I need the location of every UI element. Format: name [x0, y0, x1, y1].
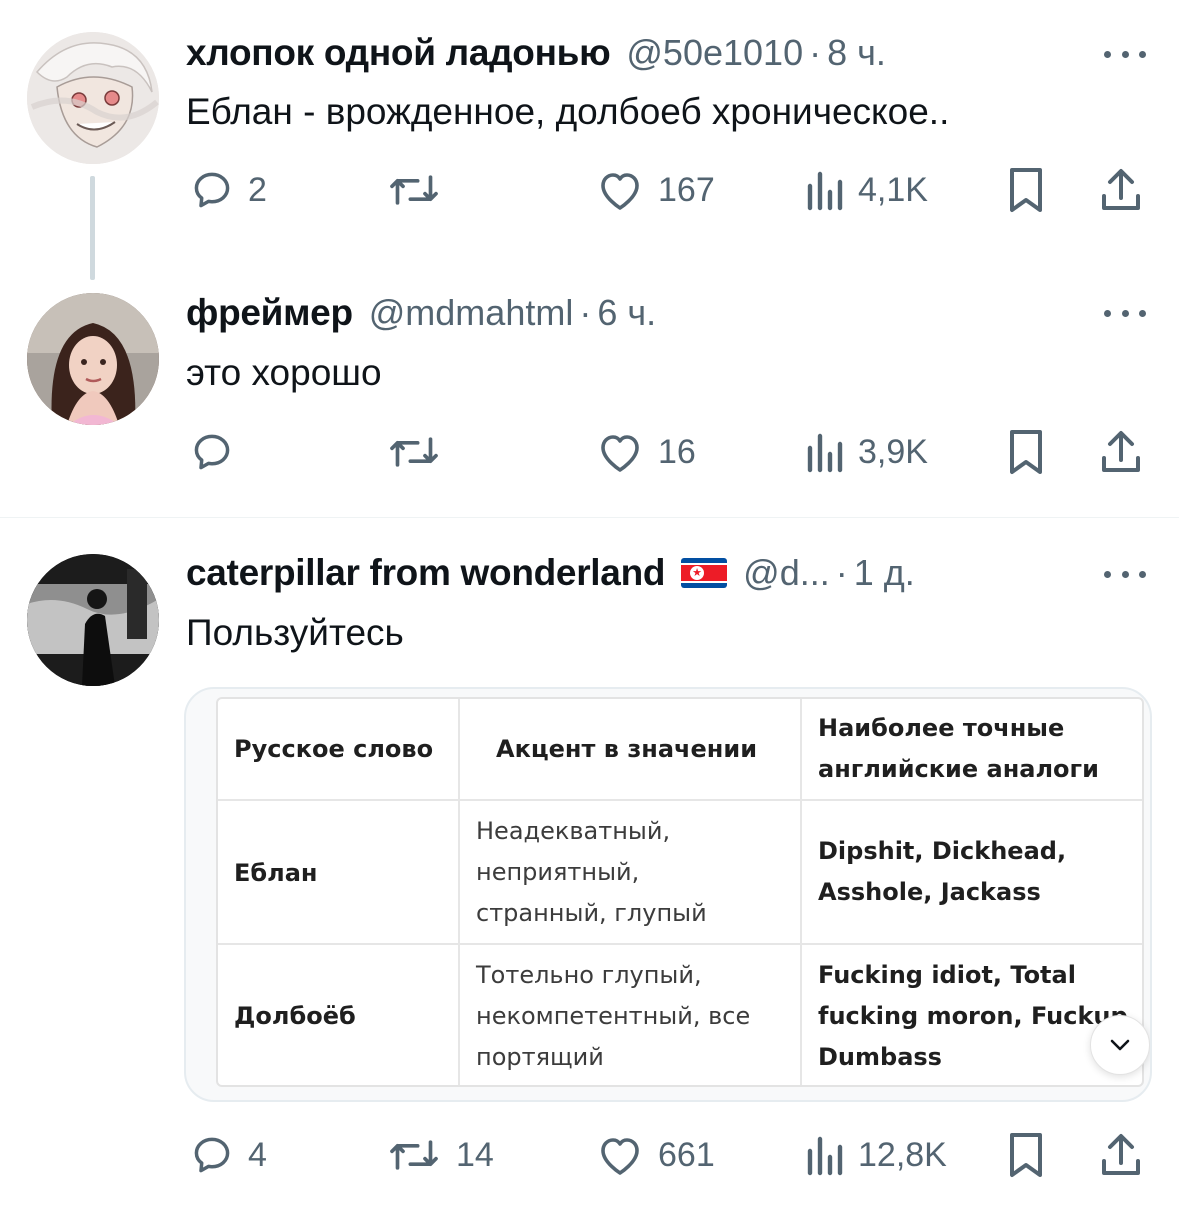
cell-line: Неадекватный, — [476, 817, 671, 845]
tweet-text: это хорошо — [186, 352, 382, 393]
views-count: 3,9K — [858, 432, 928, 471]
cell-line: Тотельно глупый, — [476, 961, 702, 989]
expand-button[interactable] — [1090, 1015, 1150, 1075]
share-button[interactable] — [1098, 422, 1144, 482]
views-count: 12,8K — [858, 1135, 947, 1174]
table-image: Русское слово Акцент в значении Наиболее… — [216, 697, 1144, 1087]
display-name[interactable]: caterpillar from wonderland — [186, 552, 665, 594]
chevron-down-icon — [1110, 1039, 1130, 1051]
tweet-text: Пользуйтесь — [186, 612, 404, 653]
cell-line: Dipshit, Dickhead, — [818, 837, 1067, 865]
bookmark-icon — [1010, 1133, 1042, 1177]
north-korea-flag-icon: ★ — [681, 558, 728, 588]
column-divider — [458, 699, 460, 1085]
reply-button[interactable]: 4 — [190, 1125, 267, 1185]
retweet-icon — [390, 1140, 438, 1170]
cell-line: неприятный, — [476, 858, 640, 886]
tweet-media[interactable]: Русское слово Акцент в значении Наиболее… — [184, 687, 1152, 1102]
avatar[interactable] — [27, 554, 159, 686]
like-count: 661 — [658, 1135, 715, 1174]
share-icon — [1102, 431, 1140, 472]
like-icon — [601, 435, 639, 472]
table-cell-accent: Тотельно глупый, некомпетентный, все пор… — [476, 955, 750, 1078]
display-name[interactable]: фреймер — [186, 292, 353, 334]
header-line: английские аналоги — [818, 755, 1099, 783]
more-icon[interactable] — [1100, 559, 1150, 589]
share-button[interactable] — [1098, 1125, 1144, 1185]
timestamp[interactable]: 1 д. — [854, 552, 915, 594]
bookmark-button[interactable] — [1006, 422, 1046, 482]
like-button[interactable]: 16 — [596, 422, 696, 482]
cell-line: fucking moron, Fuckup — [818, 1002, 1128, 1030]
views-icon — [807, 433, 843, 473]
table-cell-word: Еблан — [234, 859, 318, 887]
table-cell-word: Долбоёб — [234, 1002, 356, 1030]
retweet-button[interactable] — [386, 422, 456, 482]
table-header-cell: Наиболее точные английские аналоги — [818, 708, 1099, 790]
cell-line: портящий — [476, 1043, 604, 1071]
table-header-cell: Акцент в значении — [496, 735, 758, 763]
cell-line: Dumbass — [818, 1043, 942, 1071]
user-handle[interactable]: @mdmahtml — [369, 292, 574, 334]
like-count: 16 — [658, 432, 696, 471]
user-handle[interactable]: @d... — [743, 552, 830, 594]
reply-icon — [194, 434, 230, 470]
header-line: Наиболее точные — [818, 714, 1065, 742]
more-icon[interactable] — [1100, 298, 1150, 328]
reply-count: 4 — [248, 1135, 267, 1174]
retweet-icon — [390, 437, 438, 467]
table-cell-english: Fucking idiot, Total fucking moron, Fuck… — [818, 955, 1136, 1078]
like-button[interactable]: 661 — [596, 1125, 715, 1185]
tweet-header: caterpillar from wonderland ★ @d... · 1 … — [186, 548, 915, 598]
cell-line: странный, глупый — [476, 899, 707, 927]
separator: · — [835, 552, 848, 593]
retweet-count: 14 — [456, 1135, 494, 1174]
action-bar: 4 14 661 12,8K — [0, 1125, 1179, 1185]
tweet-header: фреймер @mdmahtml · 6 ч. — [186, 288, 656, 338]
views-button[interactable]: 3,9K — [804, 422, 928, 482]
share-icon — [1102, 1134, 1140, 1175]
avatar-image — [27, 293, 159, 425]
tweet-2[interactable]: фреймер @mdmahtml · 6 ч. это хорошо 16 3… — [0, 0, 1179, 517]
avatar-image — [27, 554, 159, 686]
views-button[interactable]: 12,8K — [804, 1125, 947, 1185]
cell-line: Asshole, Jackass — [818, 878, 1041, 906]
like-icon — [601, 1138, 639, 1175]
bookmark-button[interactable] — [1006, 1125, 1046, 1185]
table-cell-accent: Неадекватный, неприятный, странный, глуп… — [476, 811, 707, 934]
timestamp[interactable]: 6 ч. — [597, 292, 656, 334]
table-cell-english: Dipshit, Dickhead, Asshole, Jackass — [818, 831, 1066, 913]
cell-line: Fucking idiot, Total — [818, 961, 1076, 989]
action-bar: 16 3,9K — [0, 422, 1179, 482]
table-header-cell: Русское слово — [234, 735, 434, 763]
views-icon — [807, 1136, 843, 1176]
cell-line: некомпетентный, все — [476, 1002, 751, 1030]
reply-icon — [194, 1137, 230, 1173]
bookmark-icon — [1010, 430, 1042, 474]
retweet-button[interactable]: 14 — [386, 1125, 494, 1185]
column-divider — [800, 699, 802, 1085]
separator: · — [579, 292, 592, 333]
avatar[interactable] — [27, 293, 159, 425]
reply-button[interactable] — [190, 422, 248, 482]
